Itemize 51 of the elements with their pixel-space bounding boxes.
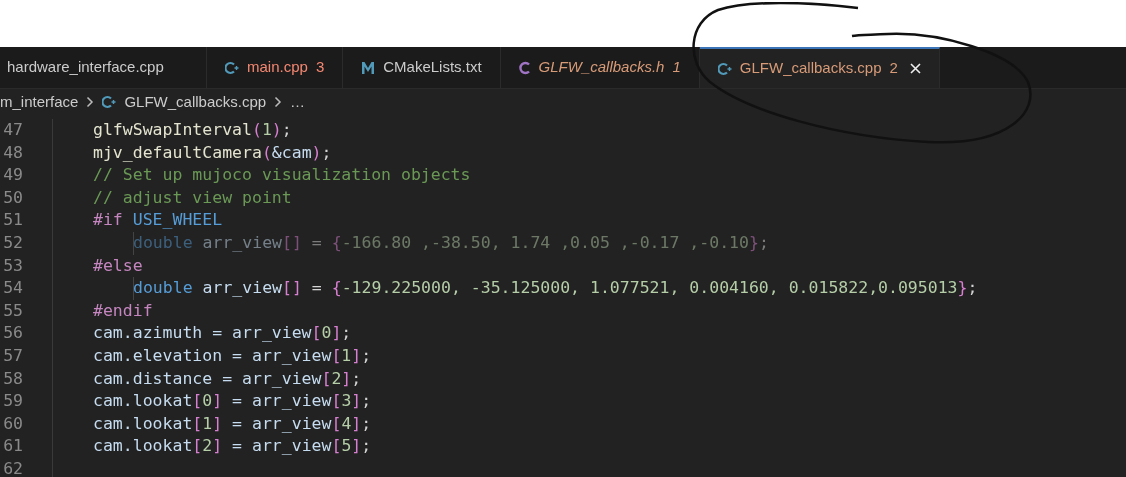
chevron-icon bbox=[86, 96, 95, 108]
code-line: mjv_defaultCamera(&cam); bbox=[93, 142, 332, 162]
breadcrumb-item[interactable]: GLFW_callbacks.cpp bbox=[124, 90, 267, 114]
code-line: #else bbox=[93, 255, 143, 275]
line-number: 53 bbox=[2, 254, 23, 277]
cpp-file-icon bbox=[102, 95, 117, 109]
editor-tab[interactable]: GLFW_callbacks.cpp 2 bbox=[699, 47, 940, 88]
problem-count: 2 bbox=[889, 58, 898, 79]
tab-label: GLFW_callbacks.h bbox=[538, 57, 665, 78]
code-line: cam.lookat[2] = arr_view[5]; bbox=[93, 436, 372, 456]
line-number: 47 bbox=[2, 119, 23, 141]
line-number: 55 bbox=[2, 299, 23, 322]
code-line: cam.elevation = arr_view[1]; bbox=[93, 345, 372, 365]
problem-count: 3 bbox=[315, 57, 325, 78]
chevron-icon bbox=[274, 96, 283, 108]
code-line: #endif bbox=[93, 300, 153, 320]
cpp-file-icon bbox=[225, 60, 239, 75]
line-number: 50 bbox=[2, 186, 23, 209]
line-number: 60 bbox=[2, 412, 23, 435]
tab-label: hardware_interface.cpp bbox=[7, 57, 164, 78]
code-line: cam.distance = arr_view[2]; bbox=[93, 368, 362, 388]
code-line: // adjust view point bbox=[93, 187, 292, 207]
line-number: 59 bbox=[2, 390, 23, 413]
cpp-file-icon bbox=[717, 61, 732, 76]
close-icon[interactable] bbox=[909, 63, 921, 74]
problem-count: 1 bbox=[672, 57, 681, 78]
c-file-icon bbox=[518, 60, 531, 75]
code-line: cam.azimuth = arr_view[0]; bbox=[93, 323, 352, 343]
code-line: glfwSwapInterval(1); bbox=[93, 120, 292, 139]
line-number: 52 bbox=[2, 231, 23, 254]
code-line: cam.lookat[1] = arr_view[4]; bbox=[93, 413, 372, 433]
line-number: 61 bbox=[2, 435, 23, 458]
code-line: double arr_view[] = {-166.80 ,-38.50, 1.74 ,0.05 ,-0.17 ,-0.10}; bbox=[133, 232, 769, 252]
tab-label: main.cpp bbox=[247, 57, 308, 78]
tab-label: CMakeLists.txt bbox=[383, 57, 482, 78]
tab-label: GLFW_callbacks.cpp bbox=[739, 58, 882, 79]
code-line: cam.lookat[0] = arr_view[3]; bbox=[93, 391, 372, 411]
breadcrumb-item[interactable]: … bbox=[290, 90, 306, 114]
line-number: 51 bbox=[2, 209, 23, 232]
line-number: 57 bbox=[2, 344, 23, 367]
code-line: // Set up mujoco visualization objects bbox=[93, 165, 471, 185]
m-file-icon bbox=[361, 61, 376, 74]
line-number: 48 bbox=[2, 141, 23, 164]
line-number: 58 bbox=[2, 367, 23, 390]
line-number: 49 bbox=[2, 164, 23, 187]
code-line: double arr_view[] = {-129.225000, -35.125000, 1.077521, 0.004160, 0.015822,0.095013}; bbox=[133, 278, 978, 298]
breadcrumb-item[interactable]: m_interface bbox=[0, 90, 79, 114]
code-line: #if USE_WHEEL bbox=[93, 210, 223, 230]
line-number: 56 bbox=[2, 322, 23, 345]
line-number: 54 bbox=[2, 277, 23, 300]
line-number: 62 bbox=[2, 457, 23, 477]
